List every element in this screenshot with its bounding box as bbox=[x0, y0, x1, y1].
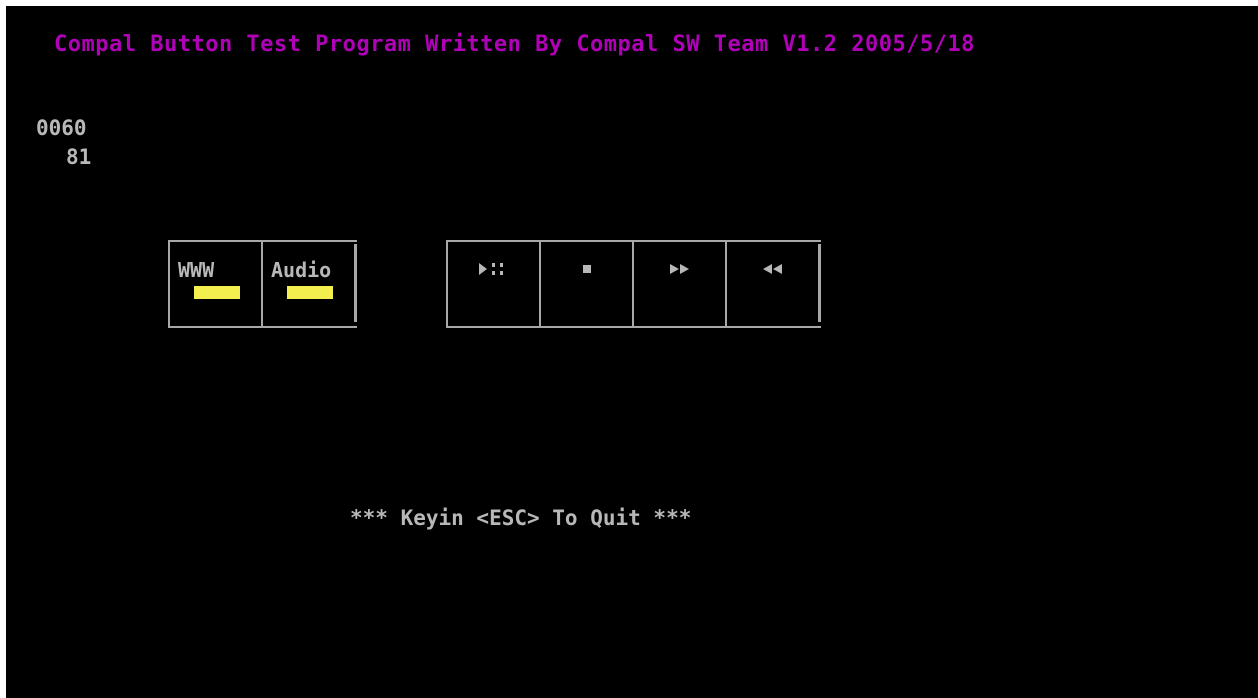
scan-code-line-1: 0060 bbox=[36, 116, 87, 140]
play-pause-button-cell bbox=[446, 242, 539, 326]
fast-forward-button-cell bbox=[632, 242, 725, 326]
quit-hint: *** Keyin <ESC> To Quit *** bbox=[350, 506, 692, 530]
media-buttons-panel bbox=[446, 240, 821, 328]
play-pause-icon bbox=[448, 258, 539, 277]
www-button-cell: WWW bbox=[168, 242, 261, 326]
rewind-icon bbox=[727, 258, 818, 277]
www-indicator bbox=[194, 286, 240, 299]
stop-icon bbox=[541, 258, 632, 277]
rewind-button-cell bbox=[725, 242, 818, 326]
scan-code-line-2: 81 bbox=[66, 145, 92, 169]
console-screen: Compal Button Test Program Written By Co… bbox=[6, 6, 1258, 698]
audio-indicator bbox=[287, 286, 333, 299]
program-title: Compal Button Test Program Written By Co… bbox=[54, 32, 975, 57]
panel-right-edge bbox=[818, 244, 821, 322]
www-button-label: WWW bbox=[178, 258, 215, 282]
stop-button-cell bbox=[539, 242, 632, 326]
fast-forward-icon bbox=[634, 258, 725, 277]
panel-right-edge bbox=[354, 244, 357, 322]
audio-button-cell: Audio bbox=[261, 242, 354, 326]
audio-button-label: Audio bbox=[271, 258, 332, 282]
app-buttons-panel: WWW Audio bbox=[168, 240, 357, 328]
